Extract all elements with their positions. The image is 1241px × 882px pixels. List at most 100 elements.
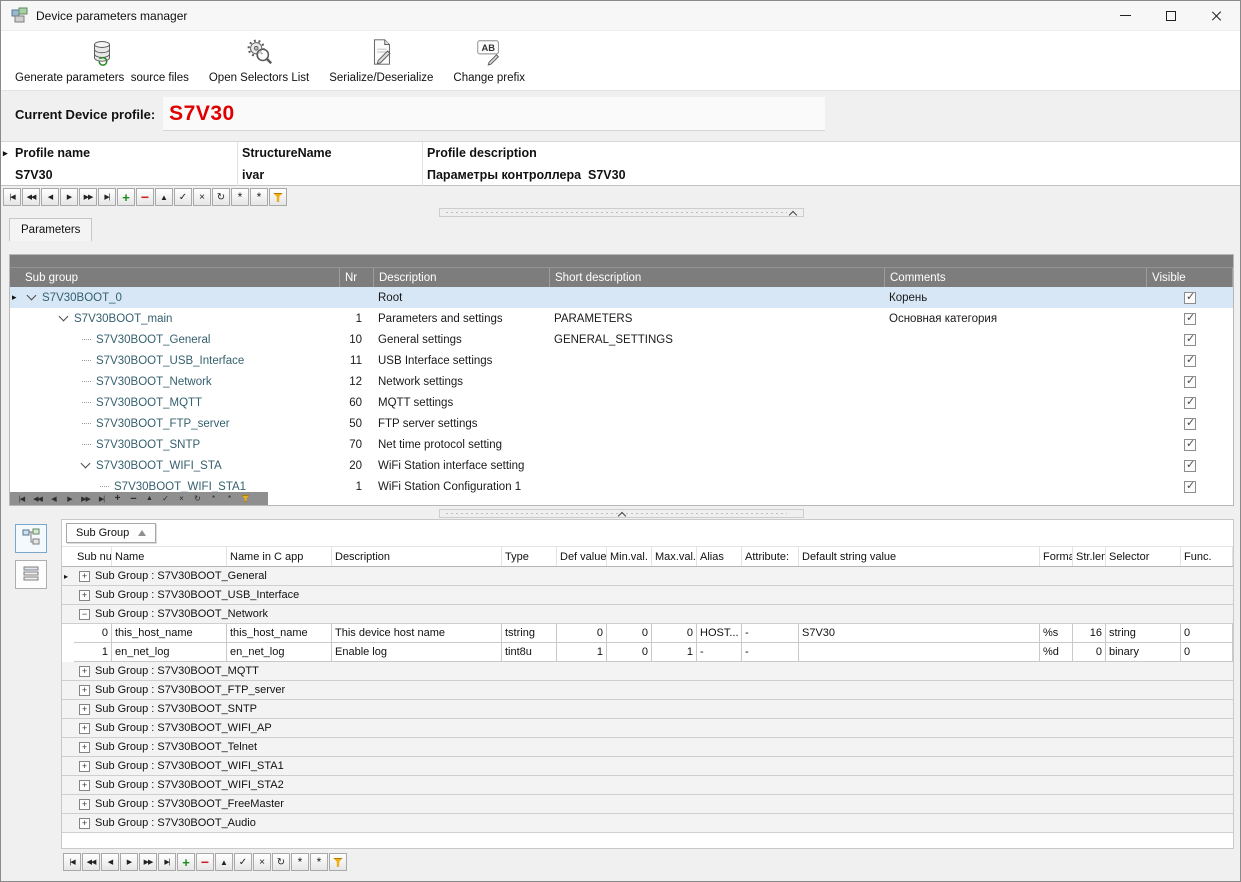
nav-prior-page-button[interactable]: ◀◀ [22,188,40,206]
expander-collapse-icon[interactable] [80,459,91,469]
tree-column-header-description[interactable]: Description [374,268,550,287]
tree-row[interactable]: S7V30BOOT_main 1 Parameters and settings PA… [10,308,1233,329]
visible-checkbox[interactable] [1184,312,1196,325]
expand-group-icon[interactable]: + [79,589,90,601]
table-row[interactable]: 0 this_host_name this_host_name This device… [62,624,1233,643]
nav-refresh-button[interactable]: ↻ [272,853,290,871]
column-header-profile-description[interactable]: Profile description [423,142,1240,164]
change-prefix-button[interactable]: AB Change prefix [443,35,535,86]
detail-column-header-format-s[interactable]: Format.s [1040,547,1073,566]
tree-column-header-sub-group[interactable]: Sub group [20,268,340,287]
tree-row[interactable]: S7V30BOOT_USB_Interface 11 USB Interface s… [10,350,1233,371]
profile-grid-row[interactable]: S7V30 ivar Параметры контроллера S7V30 [1,164,1240,186]
nav-insert-button[interactable]: + [117,188,135,206]
group-row[interactable]: + Sub Group : S7V30BOOT_Telnet [62,738,1233,757]
visible-checkbox[interactable] [1184,375,1196,388]
nav-first-button[interactable]: |◀ [63,853,81,871]
nav-goto-bookmark-button[interactable]: * [250,188,268,206]
nav-cancel-button[interactable]: × [253,853,271,871]
visible-checkbox[interactable] [1184,417,1196,430]
expand-group-icon[interactable]: + [79,779,90,791]
detail-column-header-func[interactable]: Func. [1181,547,1233,566]
horizontal-splitter-bottom[interactable] [439,509,804,520]
detail-column-header-str-len[interactable]: Str.len. [1073,547,1106,566]
column-header-structure-name[interactable]: StructureName [238,142,423,164]
expand-group-icon[interactable]: + [79,665,90,677]
group-row[interactable]: + Sub Group : S7V30BOOT_USB_Interface [62,586,1233,605]
expand-group-icon[interactable]: + [79,722,90,734]
nav-goto-bookmark-button[interactable]: * [222,493,237,505]
detail-column-header-attribute[interactable]: Attribute: [742,547,799,566]
nav-next-page-button[interactable]: ▶▶ [79,188,97,206]
tree-column-header-comments[interactable]: Comments [885,268,1147,287]
group-row[interactable]: + Sub Group : S7V30BOOT_Audio [62,814,1233,833]
tree-row[interactable]: S7V30BOOT_FTP_server 50 FTP server setting… [10,413,1233,434]
tree-row[interactable]: S7V30BOOT_Network 12 Network settings [10,371,1233,392]
expand-group-icon[interactable]: + [79,760,90,772]
group-by-chip-sub-group[interactable]: Sub Group [66,523,157,543]
nav-delete-button[interactable]: − [126,493,141,505]
visible-checkbox[interactable] [1184,333,1196,346]
nav-save-bookmark-button[interactable]: * [291,853,309,871]
group-row[interactable]: ▸ + Sub Group : S7V30BOOT_General [62,567,1233,586]
nav-last-button[interactable]: ▶| [94,493,109,505]
nav-delete-button[interactable]: − [196,853,214,871]
tree-column-header-visible[interactable]: Visible [1147,268,1233,287]
serialize-deserialize-button[interactable]: Serialize/Deserialize [319,35,443,86]
nav-insert-button[interactable]: + [110,493,125,505]
nav-refresh-button[interactable]: ↻ [190,493,205,505]
tree-row[interactable]: S7V30BOOT_General 10 General settings GENER… [10,329,1233,350]
nav-cancel-button[interactable]: × [174,493,189,505]
nav-prior-button[interactable]: ◀ [41,188,59,206]
collapse-group-icon[interactable]: − [79,608,90,620]
generate-parameters-button[interactable]: Generate parameters source files [5,35,199,86]
expand-group-icon[interactable]: + [79,741,90,753]
nav-first-button[interactable]: |◀ [14,493,29,505]
column-header-profile-name[interactable]: Profile name [11,142,238,164]
visible-checkbox[interactable] [1184,438,1196,451]
nav-next-button[interactable]: ▶ [62,493,77,505]
nav-goto-bookmark-button[interactable]: * [310,853,328,871]
nav-last-button[interactable]: ▶| [158,853,176,871]
nav-next-button[interactable]: ▶ [60,188,78,206]
detail-column-header-description[interactable]: Description [332,547,502,566]
nav-next-page-button[interactable]: ▶▶ [139,853,157,871]
visible-checkbox[interactable] [1184,459,1196,472]
list-view-button[interactable] [15,560,47,589]
group-row[interactable]: + Sub Group : S7V30BOOT_SNTP [62,700,1233,719]
nav-edit-button[interactable]: ▲ [155,188,173,206]
visible-checkbox[interactable] [1184,396,1196,409]
expand-group-icon[interactable]: + [79,570,90,582]
nav-prior-page-button[interactable]: ◀◀ [82,853,100,871]
group-row[interactable]: − Sub Group : S7V30BOOT_Network [62,605,1233,624]
detail-column-header-max-val[interactable]: Max.val. [652,547,697,566]
expand-group-icon[interactable]: + [79,817,90,829]
tree-row[interactable]: S7V30BOOT_MQTT 60 MQTT settings [10,392,1233,413]
nav-post-button[interactable]: ✓ [234,853,252,871]
nav-save-bookmark-button[interactable]: * [206,493,221,505]
detail-column-header-type[interactable]: Type [502,547,557,566]
nav-post-button[interactable]: ✓ [158,493,173,505]
table-row[interactable]: 1 en_net_log en_net_log Enable log tint8u 1 0 1… [62,643,1233,662]
nav-edit-button[interactable]: ▲ [142,493,157,505]
expander-collapse-icon[interactable] [58,312,69,322]
group-row[interactable]: + Sub Group : S7V30BOOT_MQTT [62,662,1233,681]
detail-column-header-def-value[interactable]: Def value [557,547,607,566]
nav-filter-button[interactable] [238,493,253,505]
visible-checkbox[interactable] [1184,354,1196,367]
nav-cancel-button[interactable]: × [193,188,211,206]
open-selectors-list-button[interactable]: Open Selectors List [199,35,319,86]
nav-first-button[interactable]: |◀ [3,188,21,206]
detail-column-header-alias[interactable]: Alias [697,547,742,566]
nav-prior-page-button[interactable]: ◀◀ [30,493,45,505]
tree-column-header-short-description[interactable]: Short description [550,268,885,287]
tree-row[interactable]: ▸ S7V30BOOT_0 Root Корень [10,287,1233,308]
maximize-button[interactable] [1148,1,1194,30]
horizontal-splitter-top[interactable] [439,208,804,219]
tree-view-button[interactable] [15,524,47,553]
visible-checkbox[interactable] [1184,480,1196,493]
group-row[interactable]: + Sub Group : S7V30BOOT_FTP_server [62,681,1233,700]
visible-checkbox[interactable] [1184,291,1196,304]
group-row[interactable]: + Sub Group : S7V30BOOT_FreeMaster [62,795,1233,814]
group-row[interactable]: + Sub Group : S7V30BOOT_WIFI_STA2 [62,776,1233,795]
